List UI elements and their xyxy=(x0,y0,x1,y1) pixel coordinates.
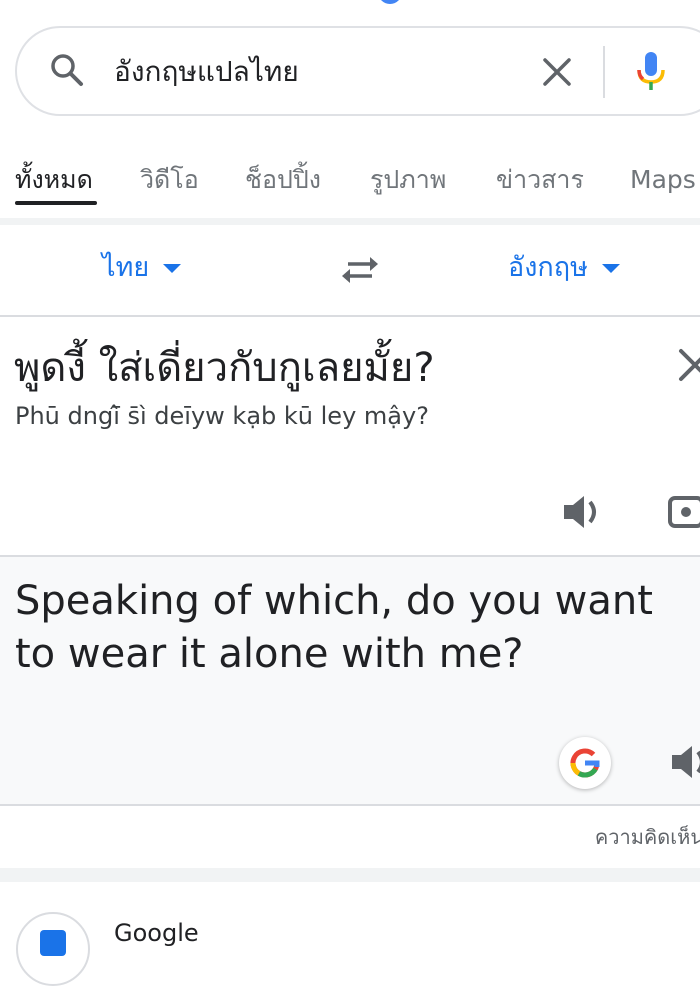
search-input[interactable]: อังกฤษแปลไทย xyxy=(114,52,299,92)
tab-maps[interactable]: Maps xyxy=(630,162,696,198)
feedback-link[interactable]: ความคิดเห็น xyxy=(595,822,700,852)
close-icon[interactable] xyxy=(675,345,700,385)
search-icon[interactable] xyxy=(50,53,84,87)
chevron-down-icon xyxy=(601,264,620,273)
favicon-icon xyxy=(40,930,66,956)
speaker-icon[interactable] xyxy=(668,740,700,784)
search-tabs: ทั้งหมด วิดีโอ ช็อปปิ้ง รูปภาพ ข่าวสาร M… xyxy=(0,150,700,210)
tab-shopping[interactable]: ช็อปปิ้ง xyxy=(245,162,321,198)
divider xyxy=(0,315,700,317)
result-favicon[interactable] xyxy=(16,912,90,986)
swap-icon[interactable] xyxy=(340,254,380,286)
result-title[interactable]: Google xyxy=(114,918,199,948)
section-separator xyxy=(0,218,700,225)
section-separator xyxy=(0,868,700,882)
source-text[interactable]: พูดงี้ ใส่เดี่ยวกับกูเลยมั้ย? xyxy=(14,335,435,401)
source-language-select[interactable]: ไทย xyxy=(102,246,182,290)
tab-images[interactable]: รูปภาพ xyxy=(370,162,446,198)
transliteration: Phū dngī̂ s̄ì deīyw kạb kū ley mậy? xyxy=(15,402,429,430)
logo-fragment xyxy=(378,0,402,4)
translation-text: Speaking of which, do you want to wear i… xyxy=(15,578,653,677)
target-language-label: อังกฤษ xyxy=(508,252,588,283)
target-language-select[interactable]: อังกฤษ xyxy=(508,246,620,290)
source-language-label: ไทย xyxy=(102,252,150,283)
mic-icon[interactable] xyxy=(634,50,668,92)
camera-icon[interactable] xyxy=(664,490,700,534)
speaker-icon[interactable] xyxy=(560,490,604,534)
google-g-icon[interactable] xyxy=(559,737,611,789)
tab-videos[interactable]: วิดีโอ xyxy=(140,162,199,198)
search-divider xyxy=(603,46,605,98)
tab-news[interactable]: ข่าวสาร xyxy=(496,162,584,198)
active-tab-indicator xyxy=(15,201,97,205)
chevron-down-icon xyxy=(163,264,182,273)
divider xyxy=(0,804,700,806)
clear-icon[interactable] xyxy=(542,57,572,87)
tab-all[interactable]: ทั้งหมด xyxy=(15,162,93,198)
